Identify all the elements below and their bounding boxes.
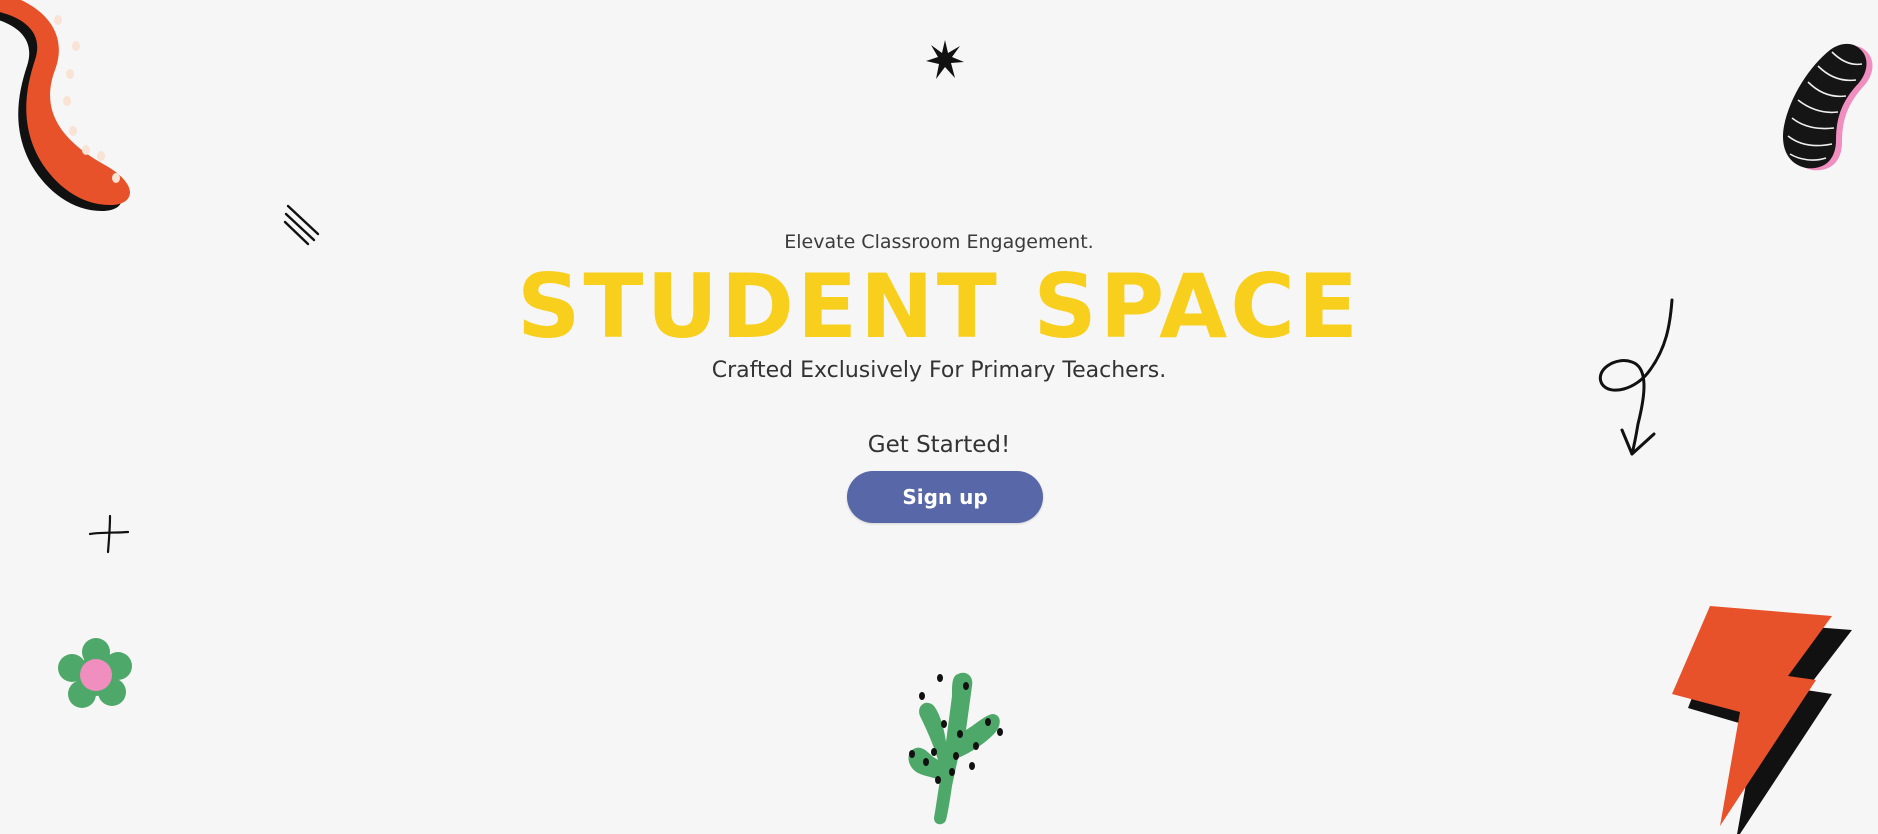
signup-button[interactable]: Sign up	[847, 471, 1043, 523]
hero-tagline: Elevate Classroom Engagement.	[784, 231, 1094, 253]
get-started-text: Get Started!	[867, 432, 1011, 458]
landing-page: Elevate Classroom Engagement. STUDENT SP…	[0, 0, 1878, 834]
hero-subtitle: Crafted Exclusively For Primary Teachers…	[711, 358, 1167, 383]
page-title: STUDENT SPACE	[517, 255, 1361, 358]
hero-section: Elevate Classroom Engagement. STUDENT SP…	[0, 0, 1878, 834]
